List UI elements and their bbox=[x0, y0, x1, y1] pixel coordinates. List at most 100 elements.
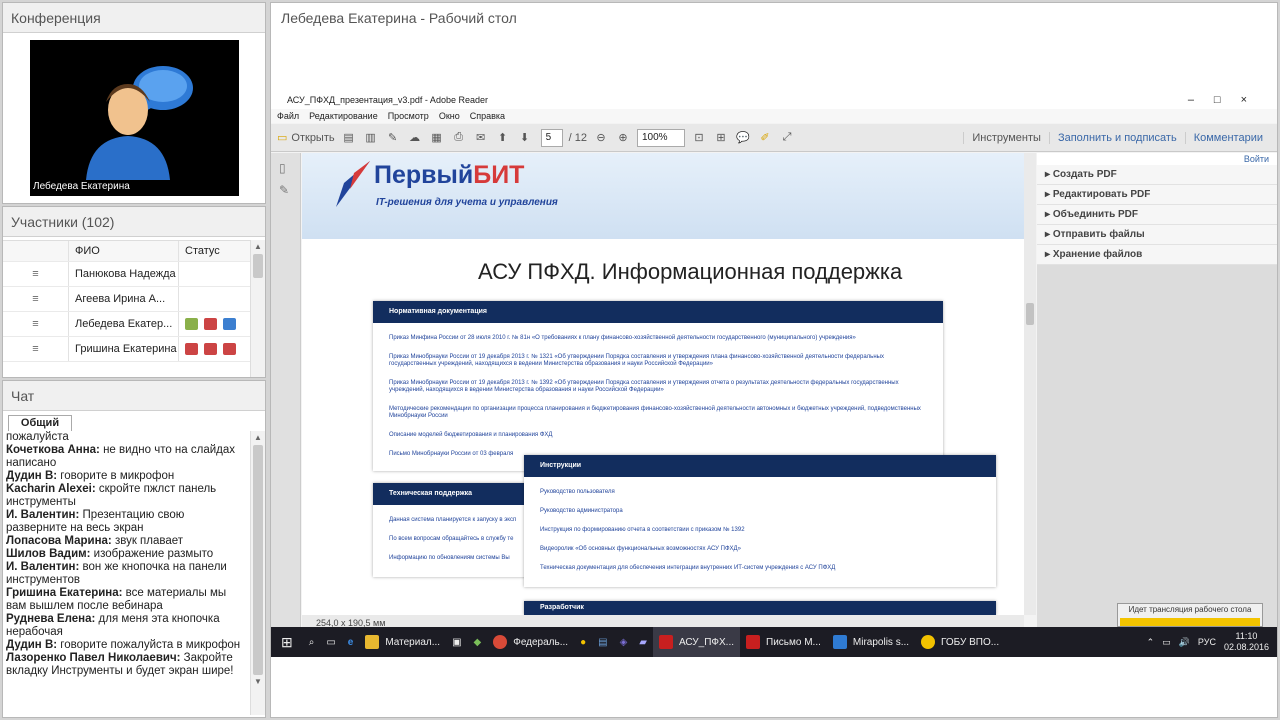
taskbar-item-letter[interactable]: Письмо М... bbox=[740, 627, 827, 657]
participant-name: Агеева Ирина А... bbox=[69, 287, 179, 311]
app3-icon[interactable]: ◈ bbox=[614, 627, 634, 657]
pages-icon[interactable]: ▯ bbox=[279, 161, 292, 175]
app-icon[interactable]: ◆ bbox=[468, 627, 488, 657]
login-link[interactable]: Войти bbox=[1037, 153, 1277, 165]
edit-icon[interactable]: ✎ bbox=[385, 129, 401, 147]
print-icon[interactable]: ⎙ bbox=[451, 129, 467, 147]
doc-link[interactable]: Методические рекомендации по организации… bbox=[373, 406, 943, 420]
volume-icon[interactable]: 🔊 bbox=[1179, 637, 1190, 648]
menu-edit[interactable]: Редактирование bbox=[309, 109, 378, 123]
chat-title: Чат bbox=[3, 381, 265, 411]
menu-help[interactable]: Справка bbox=[470, 109, 505, 123]
col-name-header[interactable]: ФИО bbox=[69, 241, 179, 261]
scroll-up-icon[interactable]: ▲ bbox=[251, 431, 265, 445]
taskbar-item-university[interactable]: ГОБУ ВПО... bbox=[915, 627, 1005, 657]
menu-view[interactable]: Просмотр bbox=[388, 109, 429, 123]
screen-off-icon[interactable] bbox=[223, 343, 236, 355]
keyboard-language[interactable]: РУС bbox=[1198, 637, 1216, 647]
chat-message: Kacharin Alexei: скройте пжлст панель ин… bbox=[6, 483, 217, 508]
row-menu-icon[interactable]: ≡ bbox=[3, 337, 69, 361]
taskbar-item-chrome[interactable]: Федераль... bbox=[487, 627, 574, 657]
fill-sign-tab[interactable]: Заполнить и подписать bbox=[1048, 132, 1185, 144]
presenter-avatar-icon bbox=[86, 66, 193, 180]
open-button[interactable]: ▭ Открыть bbox=[277, 129, 335, 147]
panel-item-storage[interactable]: ▸ Хранение файлов bbox=[1037, 245, 1277, 265]
panel-item-merge[interactable]: ▸ Объединить PDF bbox=[1037, 205, 1277, 225]
tab-general[interactable]: Общий bbox=[8, 415, 72, 431]
participant-row[interactable]: ≡ Агеева Ирина А... bbox=[3, 287, 251, 312]
taskbar-item-mirapolis[interactable]: Mirapolis s... bbox=[827, 627, 915, 657]
taskbar-item-pdf[interactable]: АСУ_ПФХ... bbox=[652, 627, 741, 657]
doc-link[interactable]: Инструкция по формированию отчета в соот… bbox=[524, 527, 996, 534]
doc-link[interactable]: Техническая документация для обеспечения… bbox=[524, 565, 996, 572]
zoom-out-icon[interactable]: ⊖ bbox=[593, 129, 609, 147]
prev-page-icon[interactable]: ⬆ bbox=[495, 129, 511, 147]
doc-link[interactable]: Описание моделей бюджетирования и планир… bbox=[373, 432, 943, 439]
page-number-input[interactable]: 5 bbox=[540, 128, 563, 147]
fit-width-icon[interactable]: ⊞ bbox=[713, 129, 729, 147]
task-view-icon[interactable]: ▭ bbox=[320, 627, 341, 657]
menu-window[interactable]: Окно bbox=[439, 109, 460, 123]
zoom-in-icon[interactable]: ⊕ bbox=[615, 129, 631, 147]
doc-link[interactable]: Видеоролик «Об основных функциональных в… bbox=[524, 546, 996, 553]
col-status-header[interactable]: Статус bbox=[179, 241, 251, 261]
participant-row[interactable]: ≡ Панюкова Надежда bbox=[3, 262, 251, 287]
chat-scrollbar[interactable]: ▲ ▼ bbox=[250, 431, 265, 715]
cloud-icon[interactable]: ☁ bbox=[407, 129, 423, 147]
tools-tab[interactable]: Инструменты bbox=[963, 132, 1049, 144]
store-icon[interactable]: ▣ bbox=[446, 627, 467, 657]
window-controls-icon[interactable]: –□× bbox=[1188, 91, 1267, 109]
start-icon[interactable]: ⊞ bbox=[271, 627, 303, 657]
fit-page-icon[interactable]: ⊡ bbox=[691, 129, 707, 147]
doc-link[interactable]: Приказ Минобрнауки России от 19 декабря … bbox=[373, 380, 943, 394]
fullscreen-icon[interactable]: ⤢ bbox=[779, 129, 795, 147]
1c-icon[interactable]: ● bbox=[574, 627, 592, 657]
box-support: Техническая поддержка Данная система пла… bbox=[373, 483, 533, 577]
doc-link[interactable]: Приказ Минобрнауки России от 19 декабря … bbox=[373, 354, 943, 368]
participant-name: Панюкова Надежда bbox=[69, 262, 179, 286]
app4-icon[interactable]: ▰ bbox=[633, 627, 653, 657]
folder-icon bbox=[365, 635, 380, 649]
pdf-scrollbar[interactable] bbox=[1024, 153, 1036, 615]
participant-row[interactable]: ≡ Лебедева Екатер... bbox=[3, 312, 251, 337]
edge-icon[interactable]: e bbox=[342, 627, 360, 657]
row-menu-icon[interactable]: ≡ bbox=[3, 262, 69, 286]
chat-message: Дудин В: говорите пожалуйста в микрофон bbox=[6, 639, 241, 651]
taskbar-item-materials[interactable]: Материал... bbox=[359, 627, 446, 657]
comments-tab[interactable]: Комментарии bbox=[1184, 132, 1271, 144]
highlight-icon[interactable]: ✐ bbox=[757, 129, 773, 147]
doc-link[interactable]: Руководство администратора bbox=[524, 508, 996, 515]
tray-up-icon[interactable]: ⌃ bbox=[1147, 637, 1155, 648]
panel-item-create[interactable]: ▸ Создать PDF bbox=[1037, 165, 1277, 185]
panel-item-edit[interactable]: ▸ Редактировать PDF bbox=[1037, 185, 1277, 205]
comment-icon[interactable]: 💬 bbox=[735, 129, 751, 147]
doc-link[interactable]: Руководство пользователя bbox=[524, 489, 996, 496]
mirapolis-icon bbox=[832, 635, 847, 649]
row-menu-icon[interactable]: ≡ bbox=[3, 287, 69, 311]
doc-link[interactable]: Приказ Минфина России от 28 июля 2010 г.… bbox=[373, 335, 943, 342]
camera-off-icon[interactable] bbox=[204, 318, 217, 330]
screen-share-icon[interactable] bbox=[223, 318, 236, 330]
mail-icon[interactable]: ✉ bbox=[473, 129, 489, 147]
zoom-select[interactable]: 100% bbox=[636, 128, 685, 147]
scroll-up-icon[interactable]: ▲ bbox=[251, 240, 265, 254]
camera-off-icon[interactable] bbox=[204, 343, 217, 355]
windows-taskbar: ⊞ ⌕ ▭ e Материал... ▣ ◆ Федераль... ● ▤ … bbox=[271, 627, 1277, 657]
attachments-icon[interactable]: ✎ bbox=[279, 183, 292, 197]
clock[interactable]: 11:10 02.08.2016 bbox=[1224, 631, 1269, 653]
pdf-icon[interactable]: ▥ bbox=[363, 129, 379, 147]
microphone-icon[interactable] bbox=[185, 318, 198, 330]
row-menu-icon[interactable]: ≡ bbox=[3, 312, 69, 336]
scroll-down-icon[interactable]: ▼ bbox=[251, 675, 265, 689]
participants-scrollbar[interactable]: ▲ bbox=[250, 240, 265, 377]
microphone-off-icon[interactable] bbox=[185, 343, 198, 355]
participant-row[interactable]: ≡ Гришина Екатерина bbox=[3, 337, 251, 362]
next-page-icon[interactable]: ⬇ bbox=[517, 129, 533, 147]
network-icon[interactable]: ▭ bbox=[1162, 637, 1171, 648]
search-icon[interactable]: ⌕ bbox=[303, 627, 321, 657]
create-icon[interactable]: ▤ bbox=[341, 129, 357, 147]
menu-file[interactable]: Файл bbox=[277, 109, 299, 123]
save-icon[interactable]: ▦ bbox=[429, 129, 445, 147]
app2-icon[interactable]: ▤ bbox=[592, 627, 613, 657]
panel-item-send[interactable]: ▸ Отправить файлы bbox=[1037, 225, 1277, 245]
